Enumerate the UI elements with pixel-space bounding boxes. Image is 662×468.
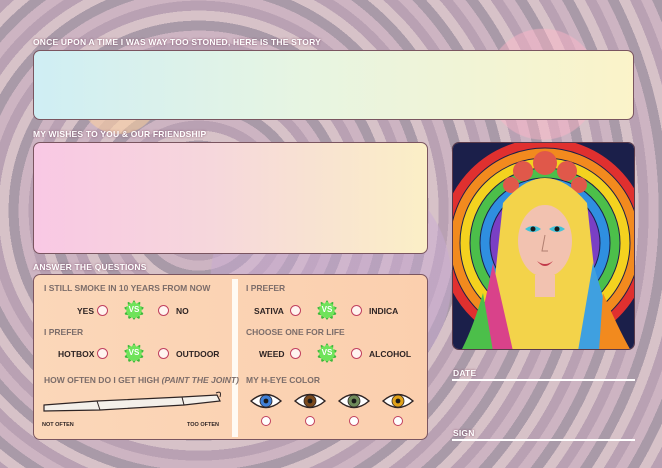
amber-eye-radio[interactable] (393, 416, 403, 426)
green-eye-icon (337, 393, 371, 409)
wishes-label: MY WISHES TO YOU & OUR FRIENDSHIP (33, 129, 207, 139)
too-often-label: TOO OFTEN (187, 422, 219, 428)
indica-label: INDICA (369, 306, 399, 316)
yes-label: YES (77, 306, 95, 316)
rainbow-portrait-illustration (453, 143, 634, 349)
place-question-title: I PREFER (44, 327, 84, 337)
date-line[interactable] (452, 379, 635, 381)
how-often-hint: (PAINT THE JOINT) (161, 375, 239, 385)
vs-badge: VS (124, 300, 144, 320)
how-often-title: HOW OFTEN DO I GET HIGH (PAINT THE JOINT… (44, 375, 239, 385)
story-label: ONCE UPON A TIME I WAS WAY TOO STONED, H… (33, 37, 321, 47)
yes-radio[interactable] (97, 305, 108, 316)
eye-color-title: MY H-EYE COLOR (246, 375, 320, 385)
brown-eye-icon (293, 393, 327, 409)
sativa-radio[interactable] (290, 305, 301, 316)
date-label: DATE (453, 368, 477, 378)
not-often-label: NOT OFTEN (42, 422, 74, 428)
smoke-question-title: I STILL SMOKE IN 10 YEARS FROM NOW (44, 283, 211, 293)
sign-label: SIGN (453, 428, 475, 438)
no-radio[interactable] (158, 305, 169, 316)
outdoor-radio[interactable] (158, 348, 169, 359)
hotbox-label: HOTBOX (58, 349, 95, 359)
sign-line[interactable] (452, 439, 635, 441)
outdoor-label: OUTDOOR (176, 349, 220, 359)
questions-panel: I STILL SMOKE IN 10 YEARS FROM NOW YES V… (33, 274, 428, 440)
weed-radio[interactable] (290, 348, 301, 359)
green-eye-radio[interactable] (349, 416, 359, 426)
hotbox-radio[interactable] (97, 348, 108, 359)
strain-question-title: I PREFER (246, 283, 286, 293)
brown-eye-radio[interactable] (305, 416, 315, 426)
weed-label: WEED (259, 349, 285, 359)
amber-eye-icon (381, 393, 415, 409)
questions-label: ANSWER THE QUESTIONS (33, 262, 147, 272)
vs-badge: VS (317, 343, 337, 363)
no-label: NO (176, 306, 189, 316)
questions-divider (232, 279, 238, 437)
blue-eye-icon (249, 393, 283, 409)
wishes-textarea[interactable] (33, 142, 428, 254)
life-question-title: CHOOSE ONE FOR LIFE (246, 327, 345, 337)
vs-badge: VS (124, 343, 144, 363)
blue-eye-radio[interactable] (261, 416, 271, 426)
alcohol-radio[interactable] (351, 348, 362, 359)
vs-badge: VS (317, 300, 337, 320)
alcohol-label: ALCOHOL (369, 349, 412, 359)
sativa-label: SATIVA (254, 306, 284, 316)
how-often-text: HOW OFTEN DO I GET HIGH (44, 375, 160, 385)
portrait-image (452, 142, 635, 350)
indica-radio[interactable] (351, 305, 362, 316)
joint-icon[interactable] (42, 389, 222, 415)
story-textarea[interactable] (33, 50, 634, 120)
